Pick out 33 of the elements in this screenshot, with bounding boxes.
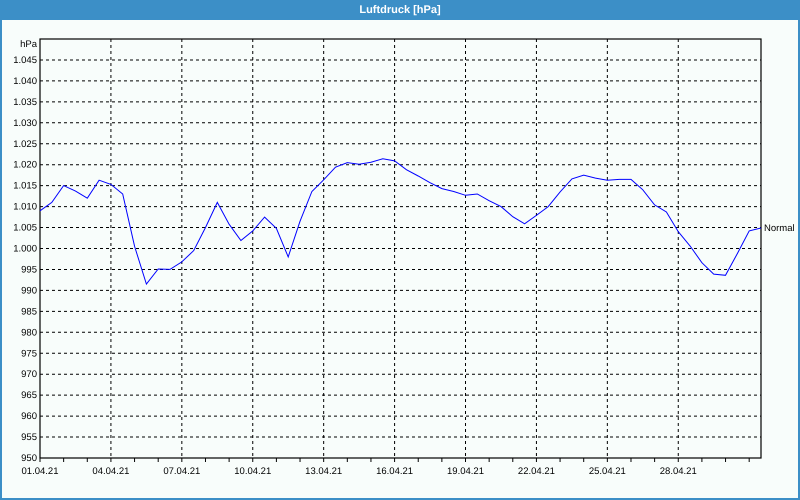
y-tick-label: 1.040 [13, 76, 37, 87]
series-label: Normal [764, 222, 795, 234]
y-tick-label: 960 [21, 411, 37, 422]
y-tick-label: 1.000 [13, 244, 37, 254]
y-tick-label: 950 [21, 453, 37, 464]
y-tick-label: 970 [21, 369, 37, 380]
y-tick-label: 1.005 [13, 222, 37, 234]
x-tick-label: 25.04.21 [588, 466, 626, 477]
x-tick-label: 07.04.21 [163, 466, 200, 477]
y-tick-label: 990 [21, 285, 37, 296]
y-tick-label: 1.015 [13, 180, 37, 192]
y-axis-unit: hPa [20, 39, 37, 50]
x-tick-label: 22.04.21 [518, 466, 555, 477]
y-tick-label: 995 [21, 264, 37, 276]
x-tick-label: 19.04.21 [447, 466, 484, 477]
y-tick-label: 1.045 [13, 54, 37, 66]
y-tick-label: 980 [21, 327, 37, 338]
x-tick-label: 13.04.21 [305, 466, 342, 477]
y-tick-label: 1.020 [13, 160, 37, 171]
window-title: Luftdruck [hPa] [359, 4, 441, 16]
x-tick-label: 28.04.21 [660, 466, 697, 477]
y-tick-label: 985 [21, 306, 37, 318]
y-tick-label: 955 [21, 432, 37, 444]
y-tick-label: 1.010 [13, 202, 37, 213]
y-tick-label: 1.030 [13, 118, 37, 129]
y-tick-label: 1.025 [13, 138, 37, 150]
y-tick-label: 965 [21, 390, 37, 402]
y-tick-label: 1.035 [13, 96, 37, 108]
x-tick-label: 01.04.21 [22, 466, 58, 477]
x-tick-label: 04.04.21 [92, 466, 130, 477]
y-tick-label: 975 [21, 348, 37, 360]
x-tick-label: 16.04.21 [376, 466, 414, 477]
x-tick-label: 10.04.21 [234, 466, 272, 477]
